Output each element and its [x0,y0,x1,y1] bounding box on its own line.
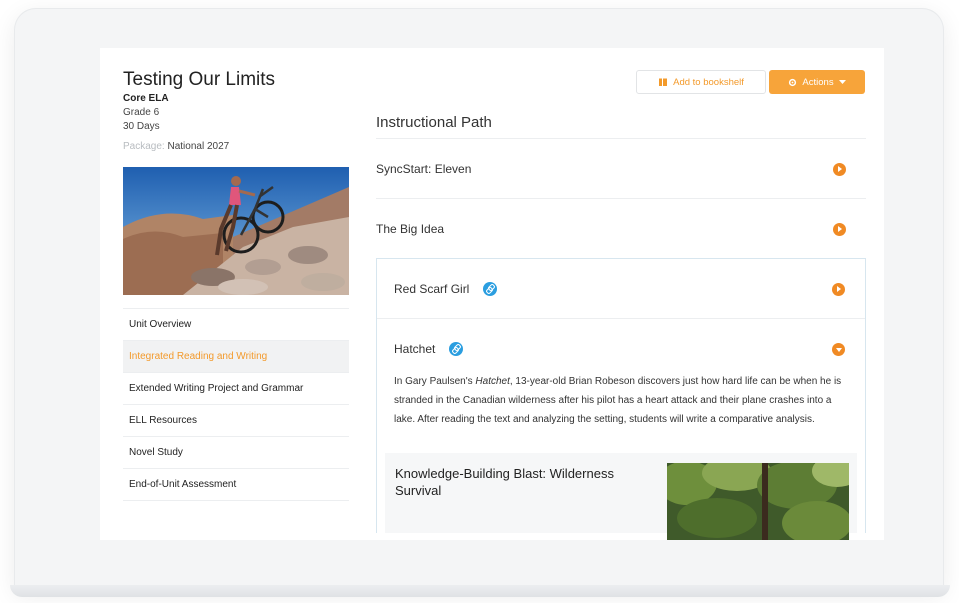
path-item-red-scarf-girl[interactable]: Red Scarf Girl [377,259,865,318]
gear-icon [789,78,797,86]
laptop-base [10,585,950,597]
collapse-chevron-icon[interactable] [832,342,845,356]
unit-hero-image [123,167,349,295]
link-icon[interactable] [449,341,464,356]
unit-nav: Unit Overview Integrated Reading and Wri… [123,308,349,501]
book-icon [659,78,668,86]
path-item-big-idea[interactable]: The Big Idea [376,198,866,258]
path-item-syncstart-eleven[interactable]: SyncStart: Eleven [376,138,866,198]
path-item-label: Red Scarf Girl [394,281,470,296]
knowledge-blast-card[interactable]: Knowledge-Building Blast: Wilderness Sur… [385,453,857,540]
forest-illustration [667,463,849,540]
play-icon[interactable] [832,282,845,296]
actions-dropdown-button[interactable]: Actions [769,70,865,94]
cyclist-hiking-illustration [123,167,349,295]
package-value: National 2027 [167,141,230,152]
unit-duration: 30 Days [123,121,160,132]
path-item-label: SyncStart: Eleven [376,161,472,176]
package-label: Package: [123,141,165,152]
actions-label: Actions [802,76,834,88]
hatchet-description: In Gary Paulsen's Hatchet, 13-year-old B… [377,372,865,453]
unit-course: Core ELA [123,93,169,104]
caret-down-icon [838,79,846,84]
link-icon[interactable] [483,281,498,296]
path-group-expanded: Red Scarf Girl Hatchet In Gary Paulsen's… [376,258,866,540]
nav-item-ell-resources[interactable]: ELL Resources [123,404,349,436]
forest-thumbnail [667,463,849,540]
play-icon[interactable] [833,222,846,236]
add-to-bookshelf-button[interactable]: Add to bookshelf [636,70,766,94]
unit-title: Testing Our Limits [123,69,276,90]
nav-item-novel-study[interactable]: Novel Study [123,436,349,468]
unit-package: Package: National 2027 [123,141,229,152]
play-icon[interactable] [833,162,846,176]
nav-item-unit-overview[interactable]: Unit Overview [123,308,349,340]
knowledge-blast-title: Knowledge-Building Blast: Wilderness Sur… [395,466,614,498]
unit-grade: Grade 6 [123,107,160,118]
path-item-label: The Big Idea [376,221,445,236]
path-item-hatchet[interactable]: Hatchet [377,318,865,378]
app-screen: Testing Our Limits Core ELA Grade 6 30 D… [100,48,884,540]
nav-item-extended-writing[interactable]: Extended Writing Project and Grammar [123,372,349,404]
nav-item-integrated-reading-writing[interactable]: Integrated Reading and Writing [123,340,349,372]
nav-item-end-of-unit-assessment[interactable]: End-of-Unit Assessment [123,468,349,501]
instructional-path-heading: Instructional Path [376,114,492,131]
path-item-label: Hatchet [394,341,436,356]
instructional-path-list: SyncStart: Eleven The Big Idea Red Scarf… [376,138,866,540]
add-to-bookshelf-label: Add to bookshelf [673,76,744,88]
